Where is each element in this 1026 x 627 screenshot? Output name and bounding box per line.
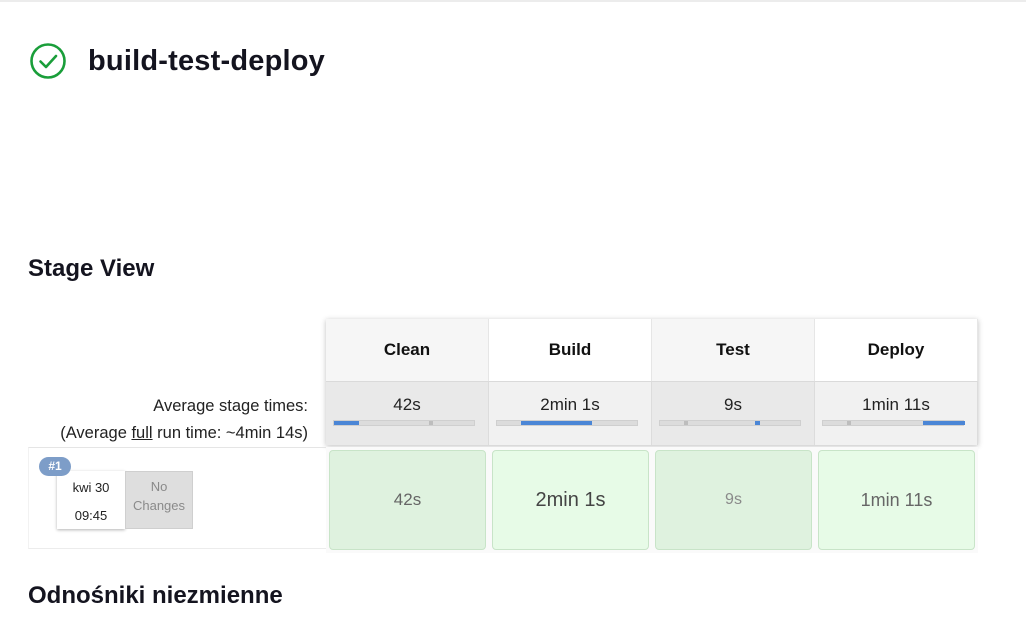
avg-time-deploy: 1min 11s [862, 395, 930, 414]
avg-cell-test: 9s [652, 381, 815, 445]
success-check-icon [29, 42, 67, 80]
avg-progress-bar-clean [333, 420, 475, 426]
run-stage-test[interactable]: 9s [655, 450, 812, 550]
average-run-time-prefix: (Average [60, 424, 132, 442]
stage-header-deploy[interactable]: Deploy [815, 319, 978, 381]
permalinks-title: Odnośniki niezmienne [28, 582, 283, 609]
run-date: kwi 30 [72, 480, 110, 495]
job-title: build-test-deploy [88, 44, 326, 77]
avg-progress-bar-test [659, 420, 801, 426]
no-changes-box[interactable]: No Changes [125, 471, 193, 529]
stage-view-title: Stage View [28, 255, 155, 282]
stage-header-clean[interactable]: Clean [326, 319, 489, 381]
stage-header-row: Clean Build Test Deploy [326, 319, 978, 381]
avg-cell-clean: 42s [326, 381, 489, 445]
average-run-time-text: (Average full run time: ~4min 14s) [60, 420, 308, 447]
run-date-box[interactable]: kwi 30 09:45 [57, 471, 125, 529]
run-stage-build[interactable]: 2min 1s [492, 450, 649, 550]
stage-header-build[interactable]: Build [489, 319, 652, 381]
average-times-label: Average stage times: (Average full run t… [60, 393, 308, 447]
run-stage-deploy[interactable]: 1min 11s [818, 450, 975, 550]
avg-time-clean: 42s [393, 395, 421, 414]
full-run-time-link[interactable]: full [131, 424, 152, 442]
run-stage-clean[interactable]: 42s [329, 450, 486, 550]
average-times-row: 42s 2min 1s 9s 1min 11s [326, 381, 978, 445]
stage-view-table: Clean Build Test Deploy 42s 2min 1s 9s 1… [326, 319, 978, 445]
average-run-time-suffix: run time: ~4min 14s) [152, 424, 308, 442]
run-number-badge[interactable]: #1 [39, 457, 71, 476]
run-stage-row: 42s 2min 1s 9s 1min 11s [326, 447, 978, 553]
top-border [0, 0, 1026, 2]
job-header: build-test-deploy [29, 42, 325, 80]
avg-progress-bar-build [496, 420, 638, 426]
run-time: 09:45 [74, 508, 108, 523]
average-stage-times-text: Average stage times: [153, 397, 308, 415]
avg-cell-deploy: 1min 11s [815, 381, 978, 445]
avg-cell-build: 2min 1s [489, 381, 652, 445]
avg-progress-bar-deploy [822, 420, 965, 426]
stage-header-test[interactable]: Test [652, 319, 815, 381]
avg-time-build: 2min 1s [540, 395, 600, 414]
avg-time-test: 9s [724, 395, 742, 414]
